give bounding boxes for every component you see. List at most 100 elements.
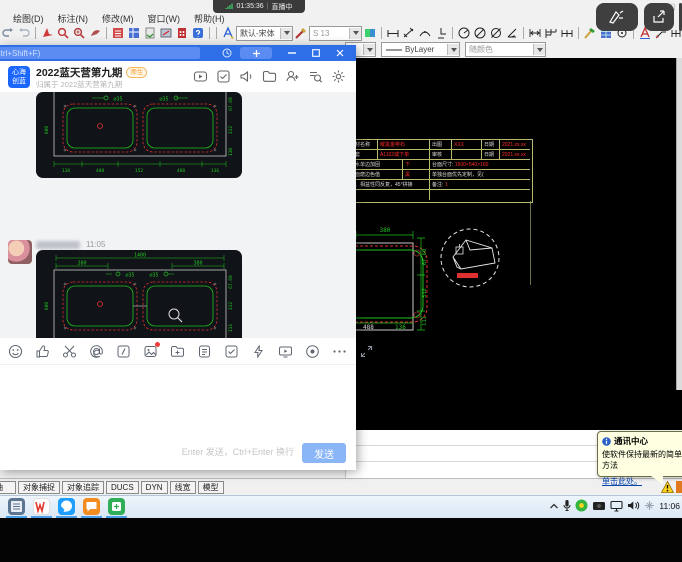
dim-style-icon[interactable] bbox=[294, 26, 308, 40]
properties-panel-icon[interactable] bbox=[111, 26, 125, 40]
zoom-window-icon[interactable] bbox=[72, 26, 86, 40]
record-button[interactable] bbox=[305, 344, 320, 359]
taskbar-app-green[interactable] bbox=[108, 498, 125, 515]
dim-diameter-icon[interactable] bbox=[489, 26, 503, 40]
status-toggle-ducs[interactable]: DUCS bbox=[106, 481, 139, 494]
menu-dimension[interactable]: 标注(N) bbox=[51, 12, 96, 25]
gradient-tool-icon[interactable] bbox=[363, 26, 377, 40]
notification-balloon[interactable]: 通讯中心 使软件保持最新的简单方法 单击此处。 bbox=[597, 431, 682, 477]
send-button[interactable]: 发送 bbox=[302, 443, 346, 463]
screen-share-button[interactable] bbox=[278, 344, 293, 359]
pan-tool-icon[interactable] bbox=[40, 26, 54, 40]
chat-image-message-1[interactable]: ∅35 ∅35 600 67.69 312 130 136 488 152 48… bbox=[36, 92, 242, 178]
taskbar-app-cad[interactable] bbox=[8, 498, 25, 515]
zoom-previous-icon[interactable] bbox=[88, 26, 102, 40]
meeting-icon[interactable] bbox=[193, 69, 208, 84]
markup-icon[interactable] bbox=[159, 26, 173, 40]
dim-linear-icon[interactable] bbox=[386, 26, 400, 40]
chat-titlebar[interactable]: 搜索 (Ctrl+Shift+F) bbox=[0, 45, 356, 61]
status-toggle-otrack[interactable]: 对象追踪 bbox=[62, 481, 104, 494]
dim-arc-icon[interactable] bbox=[418, 26, 432, 40]
dim-style-combo[interactable]: S 13 bbox=[309, 26, 362, 41]
file-upload-button[interactable] bbox=[170, 344, 185, 359]
quick-command-button[interactable] bbox=[116, 344, 131, 359]
combo-arrow-icon[interactable] bbox=[363, 44, 375, 55]
dim-continue-icon[interactable] bbox=[560, 26, 574, 40]
help-icon[interactable] bbox=[191, 26, 205, 40]
green-tray-icon[interactable] bbox=[575, 499, 588, 512]
thumbs-up-button[interactable] bbox=[35, 344, 50, 359]
dim-angular-icon[interactable] bbox=[505, 26, 519, 40]
more-tools-button[interactable] bbox=[332, 344, 347, 359]
status-toggle-partial[interactable]: 轴 bbox=[0, 481, 16, 494]
text-style-combo[interactable]: 默认-宋体 bbox=[236, 26, 293, 41]
sheet-set-icon[interactable] bbox=[143, 26, 157, 40]
status-toggle-dyn[interactable]: DYN bbox=[141, 481, 168, 494]
combo-arrow-icon[interactable] bbox=[349, 28, 361, 39]
redo-icon[interactable] bbox=[17, 26, 31, 40]
dim-baseline-icon[interactable] bbox=[544, 26, 558, 40]
zoom-realtime-icon[interactable] bbox=[56, 26, 70, 40]
menu-help[interactable]: 帮助(H) bbox=[187, 12, 232, 25]
camera-tray-icon[interactable] bbox=[592, 500, 606, 511]
history-icon[interactable] bbox=[222, 48, 232, 58]
combo-arrow-icon[interactable] bbox=[280, 28, 292, 39]
microphone-icon[interactable] bbox=[563, 499, 571, 512]
speaker-tray-icon[interactable] bbox=[627, 500, 640, 511]
sender-avatar[interactable] bbox=[8, 240, 32, 264]
maximize-icon[interactable] bbox=[312, 49, 320, 57]
balloon-link[interactable]: 单击此处。 bbox=[602, 477, 642, 486]
annotate-tool-button[interactable] bbox=[596, 3, 638, 31]
status-toggle-osnap[interactable]: 对象捕捉 bbox=[18, 481, 60, 494]
taskbar-app-wps[interactable] bbox=[33, 498, 50, 515]
task-button[interactable] bbox=[224, 344, 239, 359]
add-member-icon[interactable] bbox=[285, 69, 300, 84]
menu-window[interactable]: 窗口(W) bbox=[141, 12, 188, 25]
screenshot-scissors-button[interactable] bbox=[62, 344, 77, 359]
chat-input-area[interactable]: Enter 发送，Ctrl+Enter 换行 发送 bbox=[0, 365, 356, 470]
close-icon[interactable] bbox=[336, 49, 344, 57]
quickcalc-icon[interactable] bbox=[175, 26, 189, 40]
plotstyle-combo[interactable]: 随颜色 bbox=[465, 42, 546, 57]
status-toggle-model[interactable]: 模型 bbox=[198, 481, 224, 494]
dim-edit-icon[interactable] bbox=[583, 26, 597, 40]
settings-gear-icon[interactable] bbox=[331, 69, 346, 84]
linetype-combo[interactable]: ByLayer bbox=[381, 42, 460, 57]
table-panel-icon[interactable] bbox=[127, 26, 141, 40]
menu-draw[interactable]: 绘图(D) bbox=[6, 12, 51, 25]
group-avatar[interactable]: 心海 创蓝 bbox=[8, 66, 30, 88]
taskbar-app-chat[interactable] bbox=[83, 498, 100, 515]
chat-message-area[interactable]: ∅35 ∅35 600 67.69 312 130 136 488 152 48… bbox=[0, 92, 356, 338]
taskbar-app-dingtalk[interactable] bbox=[58, 498, 75, 515]
new-chat-button[interactable] bbox=[240, 47, 272, 59]
quick-action-button[interactable] bbox=[251, 344, 266, 359]
tray-partial-icon[interactable] bbox=[676, 481, 682, 493]
emoji-button[interactable] bbox=[8, 344, 23, 359]
cad-drawing[interactable]: 380 67.60 312 111 488 136 bbox=[345, 205, 682, 430]
network-tray-icon[interactable] bbox=[644, 500, 655, 511]
tray-expand-icon[interactable] bbox=[549, 502, 559, 510]
expand-input-button[interactable] bbox=[359, 344, 374, 359]
search-history-icon[interactable] bbox=[308, 69, 323, 84]
display-tray-icon[interactable] bbox=[610, 500, 623, 512]
notes-button[interactable] bbox=[197, 344, 212, 359]
menu-modify[interactable]: 修改(M) bbox=[95, 12, 141, 25]
status-toggle-lineweight[interactable]: 线宽 bbox=[170, 481, 196, 494]
share-tool-button[interactable] bbox=[644, 3, 674, 31]
combo-arrow-icon[interactable] bbox=[447, 44, 459, 55]
minimize-icon[interactable] bbox=[288, 52, 296, 54]
undo-icon[interactable] bbox=[1, 26, 15, 40]
dim-quick-icon[interactable] bbox=[528, 26, 542, 40]
tray-warning-icon[interactable] bbox=[661, 481, 674, 493]
text-style-icon[interactable] bbox=[221, 26, 235, 40]
todo-icon[interactable] bbox=[216, 69, 231, 84]
dim-jogged-icon[interactable] bbox=[473, 26, 487, 40]
dim-aligned-icon[interactable] bbox=[402, 26, 416, 40]
folder-icon[interactable] bbox=[262, 69, 277, 84]
image-upload-button[interactable] bbox=[143, 344, 158, 359]
announcement-icon[interactable] bbox=[239, 69, 254, 84]
combo-arrow-icon[interactable] bbox=[533, 44, 545, 55]
dim-radius-icon[interactable] bbox=[457, 26, 471, 40]
chat-search-input[interactable]: 搜索 (Ctrl+Shift+F) bbox=[0, 47, 200, 59]
mention-button[interactable] bbox=[89, 344, 104, 359]
